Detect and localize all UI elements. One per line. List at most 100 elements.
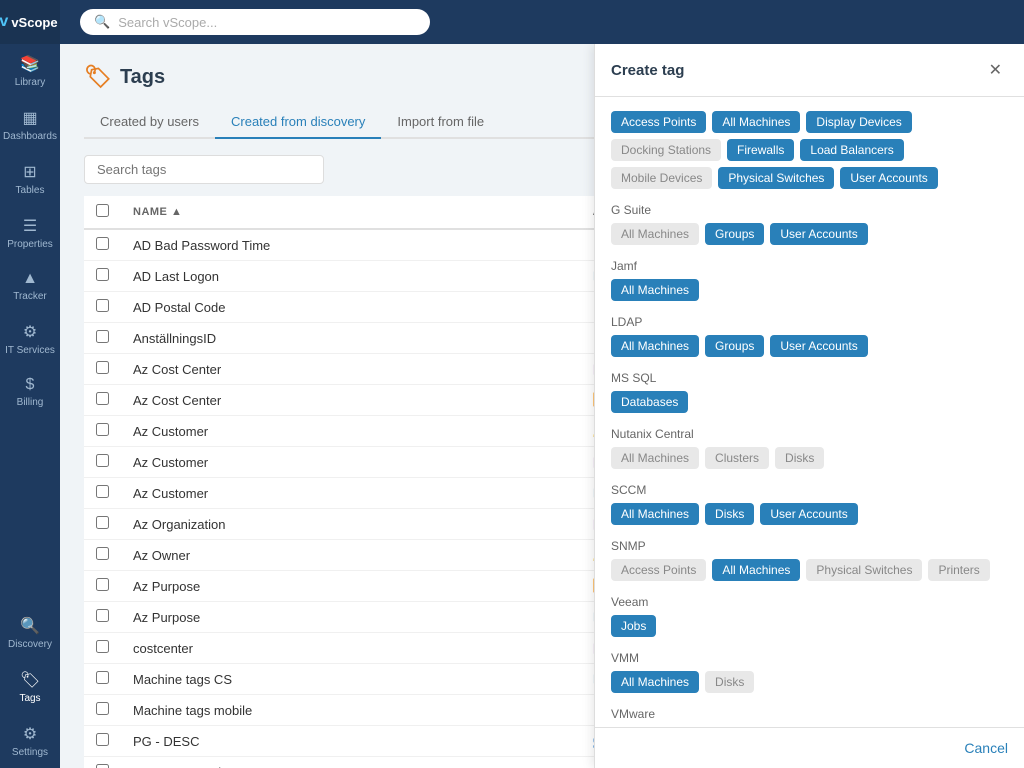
row-checkbox[interactable] bbox=[96, 392, 109, 405]
row-checkbox-cell[interactable] bbox=[84, 633, 121, 664]
row-checkbox[interactable] bbox=[96, 578, 109, 591]
group-chip[interactable]: All Machines bbox=[712, 559, 800, 581]
sidebar-item-it-services[interactable]: ⚙ IT Services bbox=[0, 312, 60, 366]
row-checkbox[interactable] bbox=[96, 671, 109, 684]
row-checkbox[interactable] bbox=[96, 516, 109, 529]
row-checkbox[interactable] bbox=[96, 547, 109, 560]
top-chip[interactable]: Load Balancers bbox=[800, 139, 903, 161]
top-chip[interactable]: Physical Switches bbox=[718, 167, 834, 189]
close-button[interactable]: ✕ bbox=[983, 58, 1008, 82]
tab-import-from-file[interactable]: Import from file bbox=[381, 106, 500, 139]
group-chip[interactable]: Disks bbox=[705, 503, 754, 525]
sidebar-item-library[interactable]: 📚 Library bbox=[0, 44, 60, 98]
group-chip[interactable]: All Machines bbox=[611, 335, 699, 357]
group-chip[interactable]: Printers bbox=[928, 559, 989, 581]
tag-chips-container: All Machines Disks bbox=[611, 671, 1008, 693]
group-chip[interactable]: Groups bbox=[705, 335, 764, 357]
top-chip[interactable]: Access Points bbox=[611, 111, 706, 133]
group-chip[interactable]: All Machines bbox=[611, 503, 699, 525]
name-column-header[interactable]: NAME ▲ bbox=[121, 196, 581, 229]
top-chip[interactable]: User Accounts bbox=[840, 167, 937, 189]
properties-icon: ☰ bbox=[23, 216, 37, 236]
sidebar-item-tags-label: Tags bbox=[19, 693, 40, 704]
row-checkbox[interactable] bbox=[96, 299, 109, 312]
group-chip[interactable]: Clusters bbox=[705, 447, 769, 469]
row-checkbox[interactable] bbox=[96, 702, 109, 715]
top-chip[interactable]: Mobile Devices bbox=[611, 167, 712, 189]
tag-chips-container: Databases bbox=[611, 391, 1008, 413]
row-checkbox[interactable] bbox=[96, 330, 109, 343]
row-checkbox[interactable] bbox=[96, 268, 109, 281]
sidebar-item-settings-label: Settings bbox=[12, 747, 48, 758]
row-checkbox-cell[interactable] bbox=[84, 229, 121, 261]
row-checkbox-cell[interactable] bbox=[84, 323, 121, 354]
row-checkbox[interactable] bbox=[96, 609, 109, 622]
sidebar-item-tracker[interactable]: ▲ Tracker bbox=[0, 260, 60, 312]
select-all-checkbox[interactable] bbox=[96, 204, 109, 217]
tags-icon: 🏷 bbox=[20, 670, 40, 690]
top-chip[interactable]: All Machines bbox=[712, 111, 800, 133]
group-chip[interactable]: All Machines bbox=[611, 447, 699, 469]
tag-group-label: VMM bbox=[611, 651, 1008, 665]
top-chip[interactable]: Docking Stations bbox=[611, 139, 721, 161]
search-tags-input[interactable] bbox=[84, 155, 324, 184]
row-checkbox[interactable] bbox=[96, 454, 109, 467]
sidebar-item-dashboards[interactable]: ▦ Dashboards bbox=[0, 98, 60, 152]
group-chip[interactable]: Disks bbox=[705, 671, 754, 693]
group-chip[interactable]: All Machines bbox=[611, 671, 699, 693]
row-checkbox-cell[interactable] bbox=[84, 695, 121, 726]
global-search[interactable]: 🔍 Search vScope... bbox=[80, 9, 430, 35]
row-checkbox[interactable] bbox=[96, 733, 109, 746]
group-chip[interactable]: User Accounts bbox=[760, 503, 857, 525]
cancel-button[interactable]: Cancel bbox=[964, 740, 1008, 756]
row-checkbox-cell[interactable] bbox=[84, 757, 121, 768]
row-checkbox-cell[interactable] bbox=[84, 509, 121, 540]
row-checkbox[interactable] bbox=[96, 764, 109, 768]
group-chip[interactable]: User Accounts bbox=[770, 335, 867, 357]
tag-group: MS SQLDatabases bbox=[611, 371, 1008, 413]
group-chip[interactable]: All Machines bbox=[611, 223, 699, 245]
row-checkbox-cell[interactable] bbox=[84, 540, 121, 571]
sidebar-item-tables[interactable]: ⊞ Tables bbox=[0, 152, 60, 206]
row-checkbox[interactable] bbox=[96, 237, 109, 250]
top-chip[interactable]: Display Devices bbox=[806, 111, 911, 133]
row-checkbox-cell[interactable] bbox=[84, 261, 121, 292]
tag-group: SNMPAccess PointsAll MachinesPhysical Sw… bbox=[611, 539, 1008, 581]
row-checkbox[interactable] bbox=[96, 485, 109, 498]
sidebar-item-settings[interactable]: ⚙ Settings bbox=[0, 714, 60, 768]
tab-created-by-users[interactable]: Created by users bbox=[84, 106, 215, 139]
sidebar-item-discovery[interactable]: 🔍 Discovery bbox=[0, 606, 60, 660]
sidebar-item-tags[interactable]: 🏷 Tags bbox=[0, 660, 60, 714]
row-checkbox-cell[interactable] bbox=[84, 602, 121, 633]
group-chip[interactable]: All Machines bbox=[611, 279, 699, 301]
group-chip[interactable]: User Accounts bbox=[770, 223, 867, 245]
sidebar-item-properties[interactable]: ☰ Properties bbox=[0, 206, 60, 260]
row-checkbox-cell[interactable] bbox=[84, 292, 121, 323]
tab-created-from-discovery[interactable]: Created from discovery bbox=[215, 106, 381, 139]
row-name: Machine tags mobile bbox=[121, 695, 581, 726]
sidebar-item-library-label: Library bbox=[15, 77, 46, 88]
row-checkbox-cell[interactable] bbox=[84, 385, 121, 416]
row-checkbox-cell[interactable] bbox=[84, 571, 121, 602]
row-checkbox-cell[interactable] bbox=[84, 726, 121, 757]
row-checkbox-cell[interactable] bbox=[84, 416, 121, 447]
group-chip[interactable]: Groups bbox=[705, 223, 764, 245]
row-checkbox-cell[interactable] bbox=[84, 354, 121, 385]
group-chip[interactable]: Physical Switches bbox=[806, 559, 922, 581]
top-chip[interactable]: Firewalls bbox=[727, 139, 794, 161]
sidebar-item-tracker-label: Tracker bbox=[13, 291, 47, 302]
page-title: Tags bbox=[120, 66, 165, 89]
row-checkbox-cell[interactable] bbox=[84, 447, 121, 478]
group-chip[interactable]: Databases bbox=[611, 391, 688, 413]
row-checkbox-cell[interactable] bbox=[84, 478, 121, 509]
group-chip[interactable]: Jobs bbox=[611, 615, 656, 637]
create-tag-panel: Create tag ✕ Access PointsAll MachinesDi… bbox=[594, 44, 1024, 768]
group-chip[interactable]: Access Points bbox=[611, 559, 706, 581]
row-checkbox-cell[interactable] bbox=[84, 664, 121, 695]
row-checkbox[interactable] bbox=[96, 640, 109, 653]
group-chip[interactable]: Disks bbox=[775, 447, 824, 469]
sidebar-item-billing[interactable]: $ Billing bbox=[0, 366, 60, 418]
row-checkbox[interactable] bbox=[96, 361, 109, 374]
row-checkbox[interactable] bbox=[96, 423, 109, 436]
panel-body: Access Points All Machines Display Devices… bbox=[595, 97, 1024, 727]
